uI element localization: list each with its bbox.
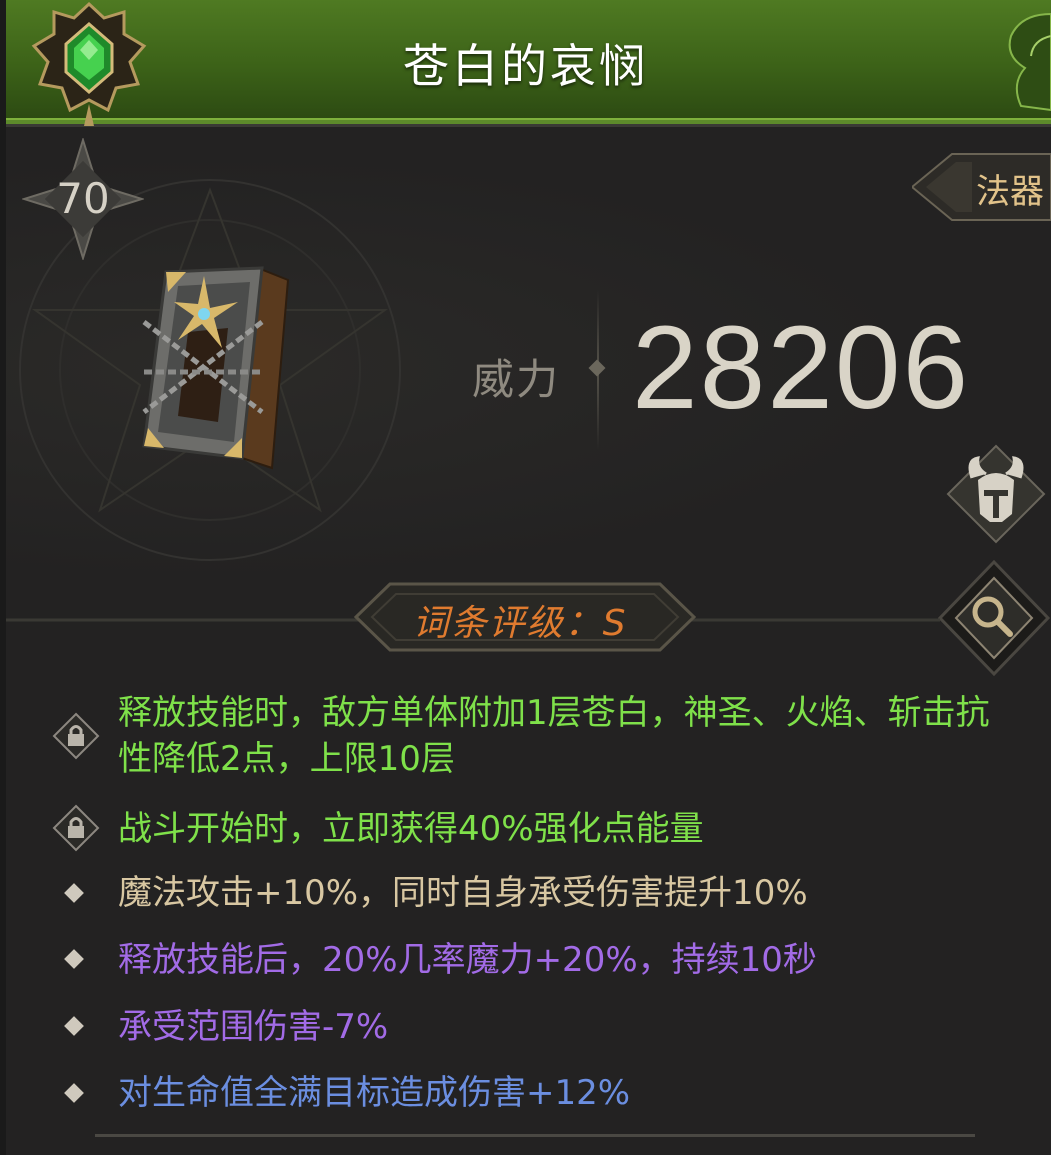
affix-line-2: 战斗开始时，立即获得40%强化点能量	[118, 809, 704, 849]
corner-ornament-icon	[1008, 12, 1051, 112]
affix-line-6: 对生命值全满目标造成伤害+12%	[118, 1073, 631, 1113]
affix-rating: 词条评级：S	[412, 603, 628, 644]
bottom-divider	[95, 1134, 975, 1137]
affix-line-1: 释放技能时，敌方单体附加1层苍白，神圣、火焰、斩击抗性降低2点，上限10层	[118, 693, 990, 779]
lock-icon	[52, 712, 100, 760]
power-label: 威力	[472, 355, 561, 404]
lock-icon	[52, 804, 100, 852]
horned-helmet-icon[interactable]	[946, 444, 1046, 544]
green-gem-emblem-icon	[31, 1, 147, 126]
item-level: 70	[56, 174, 110, 223]
affix-line-5: 承受范围伤害-7%	[118, 1007, 389, 1047]
power-value: 28206	[632, 302, 971, 434]
item-category: 法器	[976, 172, 1044, 212]
affix-line-4: 释放技能后，20%几率魔力+20%，持续10秒	[118, 940, 817, 980]
affix-line-3: 魔法攻击+10%，同时自身承受伤害提升10%	[118, 873, 808, 913]
chained-book-icon	[142, 266, 290, 470]
